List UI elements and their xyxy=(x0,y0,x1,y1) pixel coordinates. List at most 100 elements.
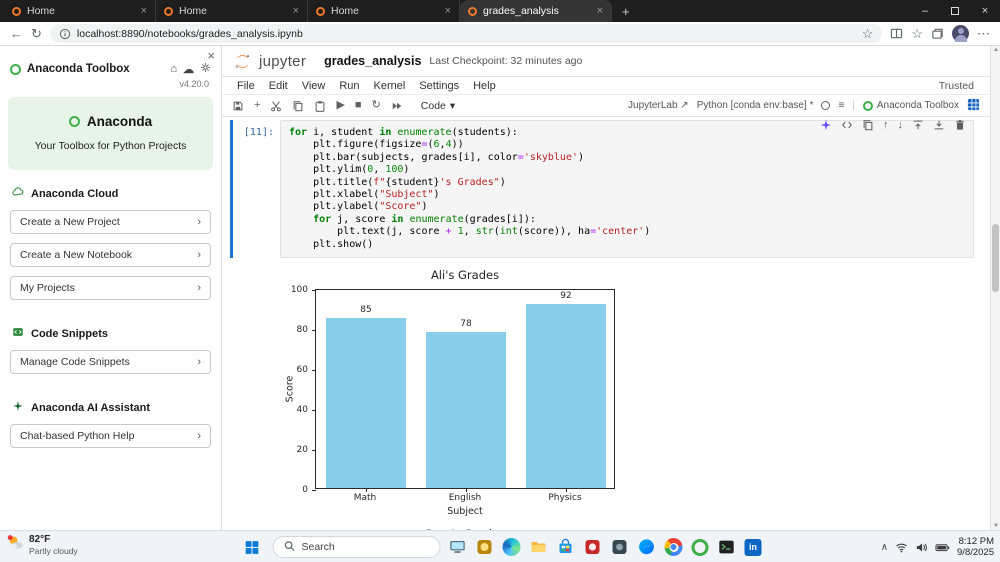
weather-widget[interactable]: 82°F Partly cloudy xyxy=(7,534,78,556)
edge-icon[interactable] xyxy=(502,538,521,556)
tab-favicon-icon xyxy=(316,6,325,16)
bar-value-label: 92 xyxy=(560,291,572,302)
sidebar-button-create-a-new-project[interactable]: Create a New Project › xyxy=(10,210,211,234)
page-scrollbar[interactable]: ▲ ▼ xyxy=(990,46,1000,530)
sidebar-button-my-projects[interactable]: My Projects › xyxy=(10,276,211,300)
sidebar-button-manage-code-snippets[interactable]: Manage Code Snippets › xyxy=(10,350,211,374)
restart-kernel-icon[interactable]: ↻ xyxy=(372,100,381,111)
run-cell-icon[interactable]: ▶ xyxy=(336,100,344,111)
tab-title: grades_analysis xyxy=(483,5,559,17)
cut-cell-icon[interactable] xyxy=(270,100,282,112)
home-icon[interactable]: ⌂ xyxy=(170,63,177,75)
menu-run[interactable]: Run xyxy=(332,80,366,92)
browser-tab[interactable]: Home × xyxy=(4,0,156,22)
terminal-app-icon[interactable] xyxy=(718,538,736,556)
browser-tab[interactable]: Home × xyxy=(156,0,308,22)
cell-code-editor[interactable]: for i, student in enumerate(students): p… xyxy=(280,120,974,259)
menu-kernel[interactable]: Kernel xyxy=(367,80,413,92)
scrollbar-thumb[interactable] xyxy=(992,224,999,292)
insert-below-icon[interactable] xyxy=(933,119,945,131)
move-down-icon[interactable]: ↓ xyxy=(898,119,904,131)
linkedin-icon[interactable]: in xyxy=(744,538,762,556)
widgets-app-icon[interactable] xyxy=(476,538,494,556)
menu-edit[interactable]: Edit xyxy=(262,80,295,92)
new-tab-button[interactable]: + xyxy=(612,4,640,19)
clock[interactable]: 8:12 PM 9/8/2025 xyxy=(957,536,994,558)
favorites-icon[interactable]: ☆ xyxy=(911,27,923,40)
taskbar-search[interactable]: Search xyxy=(272,536,441,558)
messenger-icon[interactable] xyxy=(638,538,656,556)
checkpoint-text: Last Checkpoint: 32 minutes ago xyxy=(429,55,583,67)
move-up-icon[interactable]: ↑ xyxy=(883,119,889,131)
refresh-icon[interactable]: ↻ xyxy=(31,27,42,40)
duplicate-cell-icon[interactable] xyxy=(862,119,874,131)
copy-cell-icon[interactable] xyxy=(292,100,304,112)
tab-close-icon[interactable]: × xyxy=(445,5,451,17)
menu-view[interactable]: View xyxy=(295,80,333,92)
maximize-icon[interactable] xyxy=(940,0,970,22)
close-icon[interactable]: × xyxy=(970,0,1000,22)
battery-icon[interactable] xyxy=(935,541,950,554)
photos-app-icon[interactable] xyxy=(584,538,602,556)
tab-close-icon[interactable]: × xyxy=(141,5,147,17)
run-all-icon[interactable] xyxy=(391,100,403,112)
sidebar-button-chat-based-python-help[interactable]: Chat-based Python Help › xyxy=(10,424,211,448)
notebook-title[interactable]: grades_analysis xyxy=(324,54,421,68)
banner-title: Anaconda xyxy=(86,114,153,129)
jupyterlab-link[interactable]: JupyterLab ↗ xyxy=(628,100,689,111)
jupyter-logo-icon[interactable] xyxy=(234,53,251,70)
site-info-icon[interactable] xyxy=(59,28,71,40)
kernel-name[interactable]: Python [conda env:base] * xyxy=(697,100,814,111)
bookmark-star-icon[interactable]: ☆ xyxy=(862,27,874,40)
scroll-down-icon[interactable]: ▼ xyxy=(991,523,1000,529)
url-text[interactable]: localhost:8890/notebooks/grades_analysis… xyxy=(77,28,856,40)
menu-file[interactable]: File xyxy=(230,80,262,92)
anaconda-toolbox-link[interactable]: Anaconda Toolbox xyxy=(862,100,959,111)
ai-sparkle-icon[interactable] xyxy=(820,119,832,131)
start-button[interactable] xyxy=(239,534,265,560)
panel-close-icon[interactable]: × xyxy=(207,48,215,63)
y-tick-label: 60 xyxy=(296,364,308,375)
tab-favicon-icon xyxy=(164,6,173,16)
chevron-up-icon[interactable]: ∧ xyxy=(881,542,888,553)
delete-cell-icon[interactable] xyxy=(954,119,966,131)
tray-date: 9/8/2025 xyxy=(957,547,994,558)
button-label: Create a New Notebook xyxy=(20,249,133,261)
browser-tab[interactable]: grades_analysis × xyxy=(460,0,612,22)
back-icon[interactable]: ← xyxy=(10,27,23,40)
anaconda-app-icon[interactable] xyxy=(691,538,709,556)
settings-menu-icon[interactable]: ⋯ xyxy=(977,27,990,40)
chrome-icon[interactable] xyxy=(664,538,683,556)
menu-icon[interactable]: ≡ xyxy=(838,100,844,111)
split-screen-icon[interactable] xyxy=(890,27,903,40)
sidebar-button-create-a-new-notebook[interactable]: Create a New Notebook › xyxy=(10,243,211,267)
desktop-app-icon[interactable] xyxy=(449,538,467,556)
toolbox-version: v4.20.0 xyxy=(179,79,209,89)
camera-app-icon[interactable] xyxy=(611,538,629,556)
code-snippet-icon[interactable] xyxy=(841,119,853,131)
paste-cell-icon[interactable] xyxy=(314,100,326,112)
collections-icon[interactable] xyxy=(931,27,944,40)
tab-close-icon[interactable]: × xyxy=(293,5,299,17)
wifi-icon[interactable] xyxy=(895,541,908,554)
save-icon[interactable] xyxy=(232,100,244,112)
volume-icon[interactable] xyxy=(915,541,928,554)
cell-type-dropdown[interactable]: Code ▾ xyxy=(421,100,455,112)
address-bar[interactable]: localhost:8890/notebooks/grades_analysis… xyxy=(49,24,883,43)
browser-tab[interactable]: Home × xyxy=(308,0,460,22)
toolbox-grid-icon[interactable] xyxy=(967,98,980,114)
insert-above-icon[interactable] xyxy=(912,119,924,131)
stop-kernel-icon[interactable]: ■ xyxy=(355,100,362,111)
minimize-icon[interactable]: – xyxy=(910,0,940,22)
tray-time: 8:12 PM xyxy=(958,536,994,547)
menu-help[interactable]: Help xyxy=(466,80,503,92)
file-explorer-icon[interactable] xyxy=(530,538,548,556)
scroll-up-icon[interactable]: ▲ xyxy=(991,47,1000,53)
menu-settings[interactable]: Settings xyxy=(412,80,466,92)
add-cell-icon[interactable]: + xyxy=(254,100,260,111)
profile-avatar[interactable] xyxy=(952,25,969,42)
store-icon[interactable] xyxy=(557,538,575,556)
cloud-icon[interactable]: ☁ xyxy=(183,63,194,76)
tab-close-icon[interactable]: × xyxy=(597,5,603,17)
gear-icon[interactable] xyxy=(200,62,211,76)
